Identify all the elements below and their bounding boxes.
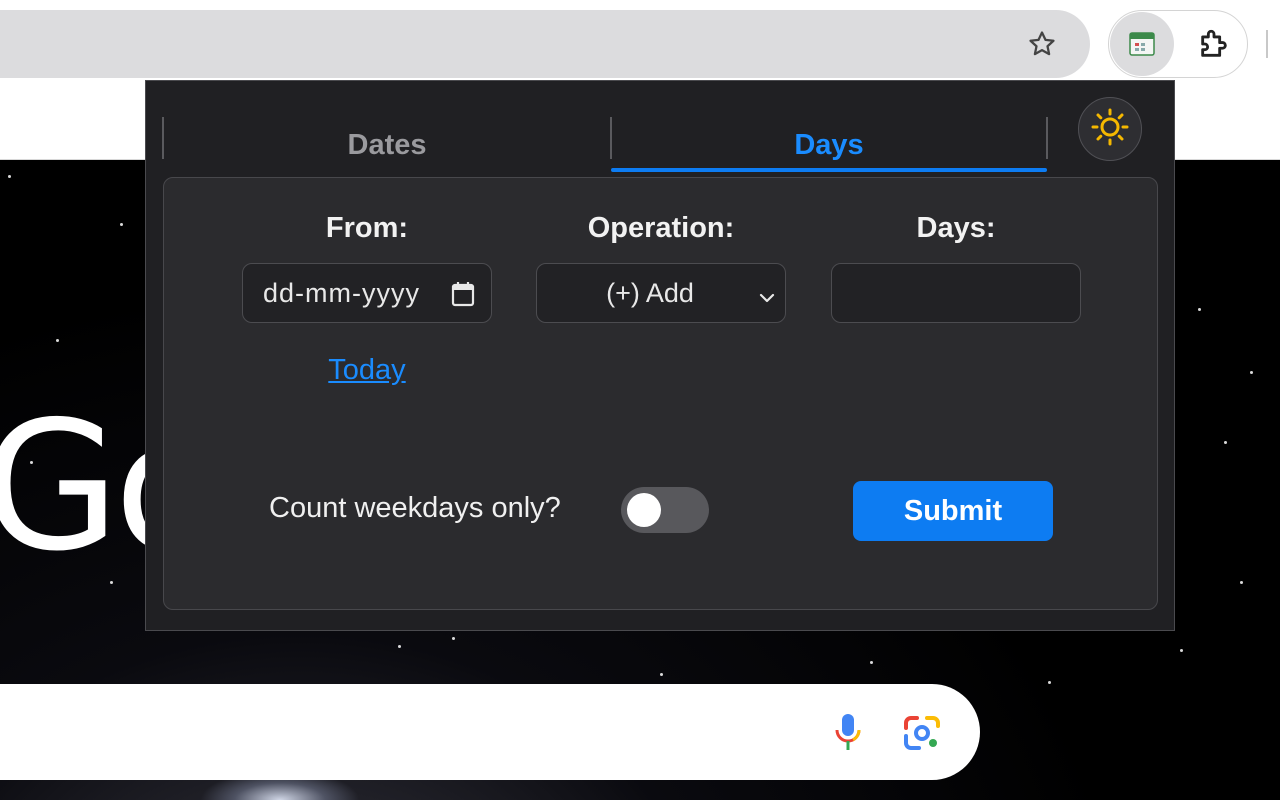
operation-label: Operation: <box>587 212 735 244</box>
star-dot <box>120 223 123 226</box>
tab-days[interactable]: Days <box>612 117 1046 173</box>
toggle-knob <box>627 493 661 527</box>
today-link[interactable]: Today <box>242 354 492 387</box>
star-dot <box>452 637 455 640</box>
weekdays-only-toggle[interactable] <box>621 487 709 533</box>
from-label: From: <box>325 212 409 244</box>
date-calculator-popup: Dates Days From: Operation: Days: dd-mm-… <box>145 80 1175 631</box>
star-dot <box>870 661 873 664</box>
theme-toggle-button[interactable] <box>1078 97 1142 161</box>
date-placeholder: dd-mm-yyyy <box>263 277 420 308</box>
puzzle-icon[interactable] <box>1194 24 1234 64</box>
address-bar[interactable] <box>0 10 1090 78</box>
mic-icon[interactable] <box>832 712 864 752</box>
tab-separator <box>1046 117 1048 159</box>
weekdays-only-label: Count weekdays only? <box>269 492 561 524</box>
toolbar-divider <box>1266 30 1268 58</box>
star-dot <box>1180 649 1183 652</box>
active-tab-indicator <box>611 168 1047 172</box>
star-dot <box>1198 308 1201 311</box>
sun-icon <box>1090 107 1130 152</box>
from-date-input[interactable]: dd-mm-yyyy <box>242 263 492 323</box>
tab-bar: Dates Days <box>146 81 1174 177</box>
operation-select[interactable]: (+) Add <box>536 263 786 323</box>
days-input[interactable] <box>831 263 1081 323</box>
days-form-panel: From: Operation: Days: dd-mm-yyyy (+) Ad… <box>163 177 1158 610</box>
star-dot <box>1224 441 1227 444</box>
lens-icon[interactable] <box>902 714 942 752</box>
calendar-icon[interactable] <box>451 281 475 307</box>
bookmark-star-icon[interactable] <box>1022 24 1062 64</box>
star-dot <box>1250 371 1253 374</box>
chevron-down-icon <box>757 284 777 304</box>
star-dot <box>8 175 11 178</box>
days-label: Days: <box>916 212 996 244</box>
submit-button[interactable]: Submit <box>853 481 1053 541</box>
star-dot <box>56 339 59 342</box>
tab-dates[interactable]: Dates <box>164 117 610 173</box>
star-dot <box>1048 681 1051 684</box>
extension-app-icon[interactable] <box>1110 12 1174 76</box>
star-dot <box>398 645 401 648</box>
star-dot <box>1240 581 1243 584</box>
operation-selected-value: (+) Add <box>606 277 694 308</box>
star-dot <box>660 673 663 676</box>
